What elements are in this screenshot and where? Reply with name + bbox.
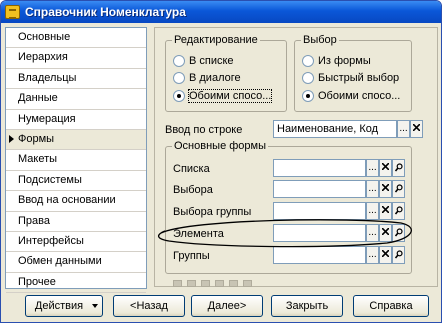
- clear-icon: [382, 250, 389, 257]
- highlight-ellipse-annotation: [158, 219, 412, 248]
- clear-icon: [382, 206, 389, 213]
- clear-icon: [382, 163, 389, 170]
- sidebar-item-owners[interactable]: Владельцы: [6, 69, 146, 90]
- sidebar-item-label: Подсистемы: [18, 173, 82, 186]
- form-choice-clear-button[interactable]: [379, 180, 392, 198]
- sidebar-item-input-based[interactable]: Ввод на основании: [6, 191, 146, 212]
- choice-legend: Выбор: [303, 34, 337, 46]
- forms-toolbar: [173, 278, 257, 288]
- radio-dot: [173, 55, 185, 67]
- form-list-label: Списка: [173, 163, 210, 175]
- magnifier-icon: [394, 163, 403, 172]
- current-item-marker-icon: [9, 134, 14, 143]
- main-forms-legend: Основные формы: [174, 140, 267, 152]
- sidebar-item-rights[interactable]: Права: [6, 212, 146, 232]
- form-choice-field[interactable]: [273, 180, 366, 198]
- form-list-select-button[interactable]: ...: [366, 159, 379, 177]
- magnifier-icon: [394, 184, 403, 193]
- sidebar-item-label: Владельцы: [18, 71, 77, 84]
- sidebar-item-numbering[interactable]: Нумерация: [6, 110, 146, 130]
- radio-label: Из формы: [318, 55, 371, 67]
- close-button[interactable]: Закрыть: [271, 295, 343, 317]
- open-form-icon[interactable]: [243, 280, 252, 287]
- sidebar-item-interfaces[interactable]: Интерфейсы: [6, 232, 146, 253]
- editing-radio-in-dialog[interactable]: В диалоге: [173, 71, 241, 85]
- sidebar-item-label: Данные: [18, 92, 58, 105]
- sidebar-item-data-exchange[interactable]: Обмен данными: [6, 252, 146, 273]
- form-choice-select-button[interactable]: ...: [366, 180, 379, 198]
- radio-dot: [302, 90, 314, 102]
- input-by-string-label: Ввод по строке: [165, 124, 243, 136]
- sidebar-item-label: Основные: [18, 31, 71, 43]
- next-button[interactable]: Далее>: [191, 295, 263, 317]
- form-list-clear-button[interactable]: [379, 159, 392, 177]
- form-choice-label: Выбора: [173, 184, 213, 196]
- editing-radio-both[interactable]: Обоими спосо...: [173, 89, 273, 103]
- move-up-icon[interactable]: [215, 280, 224, 287]
- sidebar-item-data[interactable]: Данные: [6, 89, 146, 110]
- input-by-string-field[interactable]: Наименование, Код: [273, 120, 397, 138]
- radio-label: Обоими спосо...: [318, 90, 401, 102]
- input-by-string-select-button[interactable]: ...: [397, 120, 410, 138]
- radio-dot: [173, 72, 185, 84]
- choice-radio-both[interactable]: Обоими спосо...: [302, 89, 400, 103]
- clear-icon: [382, 184, 389, 191]
- sidebar: Основные Иерархия Владельцы Данные Нумер…: [5, 27, 147, 294]
- radio-label: В списке: [189, 55, 234, 67]
- move-down-icon[interactable]: [229, 280, 238, 287]
- delete-form-icon[interactable]: [201, 280, 210, 287]
- radio-label: Быстрый выбор: [318, 72, 400, 84]
- sidebar-item-subsystems[interactable]: Подсистемы: [6, 171, 146, 192]
- magnifier-icon: [394, 250, 403, 259]
- choice-radio-quick[interactable]: Быстрый выбор: [302, 71, 399, 85]
- sidebar-item-hierarchy[interactable]: Иерархия: [6, 48, 146, 69]
- clear-icon: [413, 124, 420, 131]
- sidebar-item-label: Интерфейсы: [18, 234, 84, 247]
- form-list-open-button[interactable]: [392, 159, 405, 177]
- actions-button[interactable]: Действия: [25, 295, 103, 317]
- choice-radio-from-form[interactable]: Из формы: [302, 54, 371, 68]
- sidebar-item-label: Иерархия: [18, 51, 68, 64]
- radio-dot: [302, 55, 314, 67]
- catalog-icon: [5, 5, 20, 19]
- window: Справочник Номенклатура Основные Иерархи…: [0, 0, 442, 323]
- sidebar-item-label: Права: [18, 214, 50, 227]
- sidebar-item-label: Обмен данными: [18, 255, 102, 268]
- form-choice-open-button[interactable]: [392, 180, 405, 198]
- form-group-label: Группы: [173, 250, 210, 262]
- sidebar-item-templates[interactable]: Макеты: [6, 150, 146, 171]
- editing-radio-in-list[interactable]: В списке: [173, 54, 234, 68]
- chevron-down-icon: [92, 304, 98, 308]
- sidebar-item-forms[interactable]: Формы: [6, 129, 146, 151]
- title-bar: Справочник Номенклатура: [1, 1, 441, 23]
- sidebar-item-basic[interactable]: Основные: [6, 28, 146, 49]
- window-title: Справочник Номенклатура: [25, 5, 186, 19]
- copy-form-icon[interactable]: [187, 280, 196, 287]
- sidebar-item-label: Прочее: [18, 275, 56, 288]
- input-by-string-clear-button[interactable]: [410, 120, 423, 138]
- radio-dot: [173, 90, 185, 102]
- back-button[interactable]: <Назад: [113, 295, 185, 317]
- radio-label: Обоими спосо...: [187, 89, 273, 103]
- help-button[interactable]: Справка: [353, 295, 429, 317]
- form-list-field[interactable]: [273, 159, 366, 177]
- sidebar-item-label: Макеты: [18, 153, 58, 166]
- sidebar-item-label: Формы: [18, 132, 55, 145]
- add-form-icon[interactable]: [173, 280, 182, 287]
- sidebar-item-label: Ввод на основании: [18, 194, 116, 207]
- actions-label: Действия: [34, 300, 84, 312]
- editing-legend: Редактирование: [174, 34, 258, 46]
- radio-label: В диалоге: [189, 72, 241, 84]
- sidebar-item-label: Нумерация: [18, 112, 76, 125]
- radio-dot: [302, 72, 314, 84]
- sidebar-item-other[interactable]: Прочее: [6, 273, 146, 294]
